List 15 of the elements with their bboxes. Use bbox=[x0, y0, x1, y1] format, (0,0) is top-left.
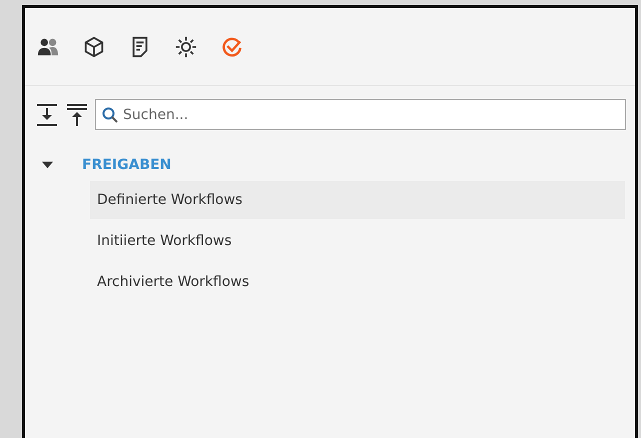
tree-item[interactable]: Initiierte Workflows bbox=[90, 222, 625, 260]
expand-all-button[interactable] bbox=[35, 102, 59, 128]
search-icon bbox=[102, 107, 118, 123]
collapse-all-button[interactable] bbox=[65, 102, 89, 128]
settings-icon bbox=[175, 36, 197, 58]
tree-item[interactable]: Definierte Workflows bbox=[90, 181, 625, 219]
cube-icon bbox=[83, 36, 105, 58]
tree-item[interactable]: Archivierte Workflows bbox=[90, 263, 625, 301]
caret-down-icon[interactable] bbox=[42, 161, 53, 169]
expand-all-icon bbox=[36, 102, 58, 126]
collapse-all-icon bbox=[66, 102, 88, 126]
toolbar-tab[interactable] bbox=[82, 34, 106, 58]
search-field[interactable]: Suchen... bbox=[95, 99, 626, 130]
toolbar-tab[interactable] bbox=[174, 34, 198, 58]
check-circle-icon bbox=[221, 36, 243, 58]
